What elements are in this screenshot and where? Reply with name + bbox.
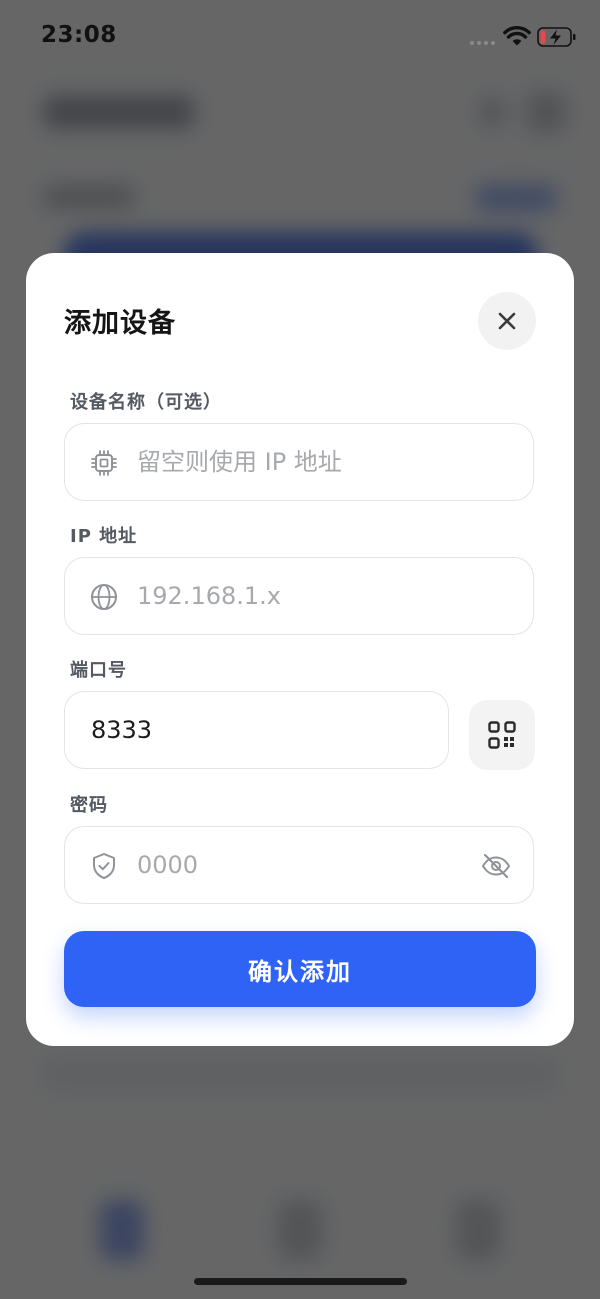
device-name-field[interactable] — [64, 423, 534, 501]
ip-address-field[interactable] — [64, 557, 534, 635]
device-name-label: 设备名称（可选） — [70, 392, 222, 413]
battery-low-charging-icon — [537, 27, 576, 47]
scan-qr-button[interactable] — [469, 700, 535, 770]
ip-address-input[interactable] — [137, 558, 467, 633]
chip-icon — [91, 450, 117, 476]
shield-icon — [93, 853, 115, 879]
password-label: 密码 — [70, 795, 108, 816]
port-label: 端口号 — [70, 660, 127, 681]
confirm-add-button[interactable]: 确认添加 — [64, 931, 536, 1007]
dialog-title: 添加设备 — [64, 308, 176, 339]
eye-off-icon[interactable] — [480, 851, 512, 881]
ip-address-label: IP 地址 — [70, 526, 138, 547]
home-indicator[interactable] — [194, 1278, 407, 1285]
add-device-dialog: 添加设备 设备名称（可选） IP 地址 端口号 — [26, 253, 574, 1046]
cellular-signal-icon — [470, 41, 495, 45]
status-bar: 23:08 — [0, 0, 600, 74]
close-button[interactable] — [478, 292, 536, 350]
qr-code-icon — [488, 721, 516, 749]
globe-icon — [91, 584, 117, 610]
wifi-icon — [503, 25, 531, 46]
close-icon — [498, 312, 516, 330]
password-input[interactable] — [137, 827, 467, 902]
port-field[interactable] — [64, 691, 449, 769]
device-name-input[interactable] — [137, 424, 467, 499]
password-field[interactable] — [64, 826, 534, 904]
port-input[interactable] — [91, 692, 421, 767]
status-time: 23:08 — [41, 22, 117, 48]
